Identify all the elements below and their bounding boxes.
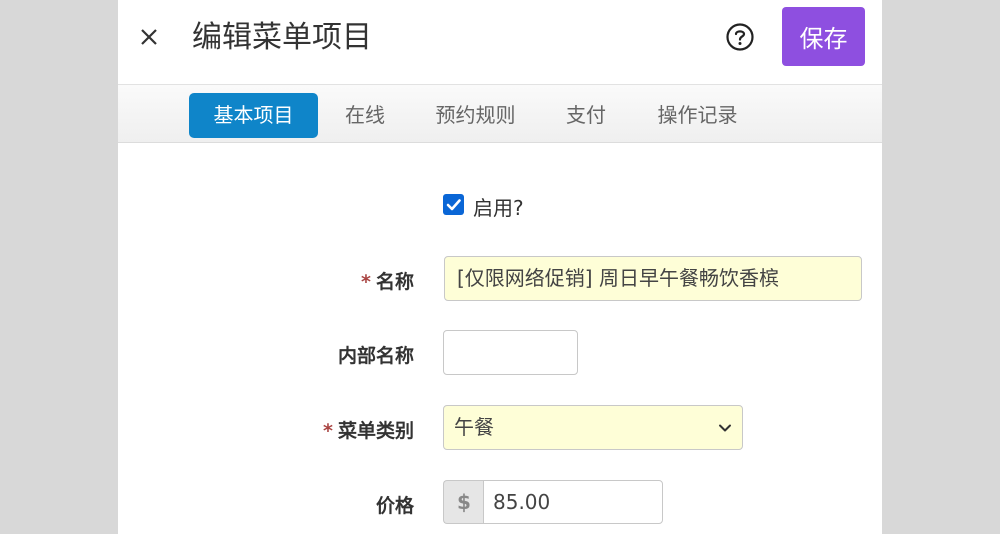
tab-booking-rules[interactable]: 预约规则 [423, 93, 528, 138]
category-label: * 菜单类别 [323, 416, 414, 443]
close-button[interactable] [136, 24, 162, 50]
category-value: 午餐 [454, 415, 494, 439]
name-label-text: 名称 [375, 271, 414, 293]
chevron-down-icon [719, 424, 731, 432]
checkmark-icon [446, 199, 461, 211]
internal-name-label: 内部名称 [337, 345, 414, 367]
tab-basic-item[interactable]: 基本项目 [189, 93, 318, 138]
header: 编辑菜单项目 保存 [118, 0, 882, 85]
category-label-text: 菜单类别 [337, 420, 414, 442]
internal-name-input[interactable] [443, 330, 578, 375]
category-select[interactable]: 午餐 [443, 405, 743, 450]
tab-activity-log[interactable]: 操作记录 [645, 93, 750, 138]
help-button[interactable] [725, 22, 755, 52]
help-circle-icon [726, 23, 754, 51]
name-input[interactable]: [仅限网络促销] 周日早午餐畅饮香槟 [444, 256, 862, 301]
required-mark: * [323, 420, 333, 442]
enabled-checkbox[interactable] [443, 194, 464, 215]
currency-prefix: $ [443, 480, 484, 524]
edit-menu-item-panel: 编辑菜单项目 保存 基本项目 在线 预约规则 支付 操作记录 启用? * 名称 [… [118, 0, 882, 534]
enabled-label: 启用? [473, 196, 524, 220]
tab-online[interactable]: 在线 [334, 93, 396, 138]
page-title: 编辑菜单项目 [192, 20, 372, 55]
name-label: * 名称 [361, 267, 414, 294]
required-mark: * [361, 271, 371, 293]
price-input[interactable]: 85.00 [483, 480, 663, 524]
close-icon [141, 29, 157, 45]
save-button[interactable]: 保存 [782, 7, 865, 66]
price-label: 价格 [375, 495, 414, 517]
tab-payment[interactable]: 支付 [555, 93, 617, 138]
form: 启用? * 名称 [仅限网络促销] 周日早午餐畅饮香槟 内部名称 * 菜单类别 午餐… [118, 143, 882, 534]
tab-bar: 基本项目 在线 预约规则 支付 操作记录 [118, 85, 882, 143]
